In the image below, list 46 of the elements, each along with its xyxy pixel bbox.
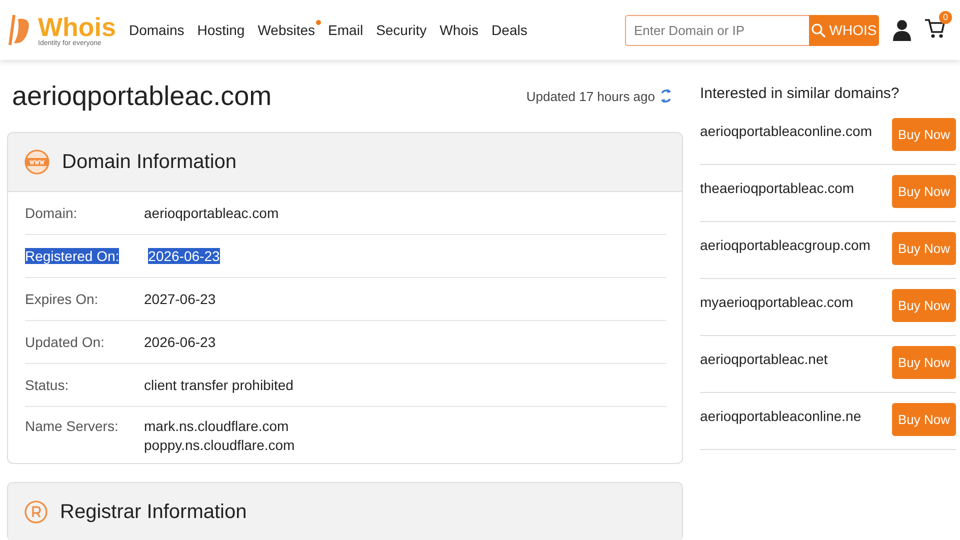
nav-link[interactable]: Email xyxy=(328,22,364,38)
www-globe-icon xyxy=(24,149,50,175)
field-value: client transfer prohibited xyxy=(144,377,294,393)
field-label: Expires On: xyxy=(25,291,100,307)
registered-mark-icon xyxy=(24,500,48,524)
domain-suggestion: myaerioqportableac.com xyxy=(700,293,854,312)
domain-suggestion: aerioqportableacgroup.com xyxy=(700,236,872,255)
card-title: Registrar Information xyxy=(60,500,247,524)
field-value: 2027-06-23 xyxy=(144,291,216,307)
field-label: Updated On: xyxy=(25,334,106,350)
field-label: Status: xyxy=(25,377,70,393)
nav-link[interactable]: Deals xyxy=(492,22,528,38)
field-label: Registered On: xyxy=(25,248,120,264)
buy-now-button[interactable]: Buy Now xyxy=(892,346,956,379)
field-label: Name Servers: xyxy=(25,418,120,434)
nav-link[interactable]: Hosting xyxy=(197,22,245,38)
user-icon[interactable] xyxy=(892,19,912,41)
field-label: Domain: xyxy=(25,205,78,221)
buy-now-button[interactable]: Buy Now xyxy=(892,175,956,208)
updated-text: Updated 17 hours ago xyxy=(526,88,655,104)
domain-suggestion: aerioqportableaconline.ne xyxy=(700,407,862,426)
buy-now-button[interactable]: Buy Now xyxy=(892,403,956,436)
domain-title: aerioqportableac.com xyxy=(12,80,273,112)
similar-domains-heading: Interested in similar domains? xyxy=(700,84,900,104)
field-value: 2026-06-23 xyxy=(144,334,216,350)
buy-now-button[interactable]: Buy Now xyxy=(892,232,956,265)
field-value: poppy.ns.cloudflare.com xyxy=(144,437,295,453)
domain-suggestion: aerioqportableac.net xyxy=(700,350,829,369)
search-field[interactable]: Enter Domain or IP xyxy=(625,14,809,46)
domain-suggestion: theaerioqportableac.com xyxy=(700,179,856,198)
field-value: 2026-06-23 xyxy=(148,248,220,264)
buy-now-button[interactable]: Buy Now xyxy=(892,118,956,151)
nav-link[interactable]: Websites xyxy=(258,22,316,38)
domain-suggestion: aerioqportableaconline.com xyxy=(700,122,873,141)
card-title: Domain Information xyxy=(62,150,237,174)
search-icon xyxy=(811,22,826,38)
whois-search-button[interactable]: WHOIS xyxy=(809,14,879,46)
nav-link[interactable]: Domains xyxy=(129,22,184,38)
buy-now-button[interactable]: Buy Now xyxy=(892,289,956,322)
refresh-icon[interactable] xyxy=(659,88,673,104)
logo-wordmark[interactable]: Whois xyxy=(38,14,116,40)
field-value: mark.ns.cloudflare.com xyxy=(144,418,290,434)
cart-count-badge: 0 xyxy=(939,10,952,24)
nav-link[interactable]: Security xyxy=(376,22,427,38)
field-value: aerioqportableac.com xyxy=(144,205,279,221)
nav-link[interactable]: Whois xyxy=(440,22,479,38)
